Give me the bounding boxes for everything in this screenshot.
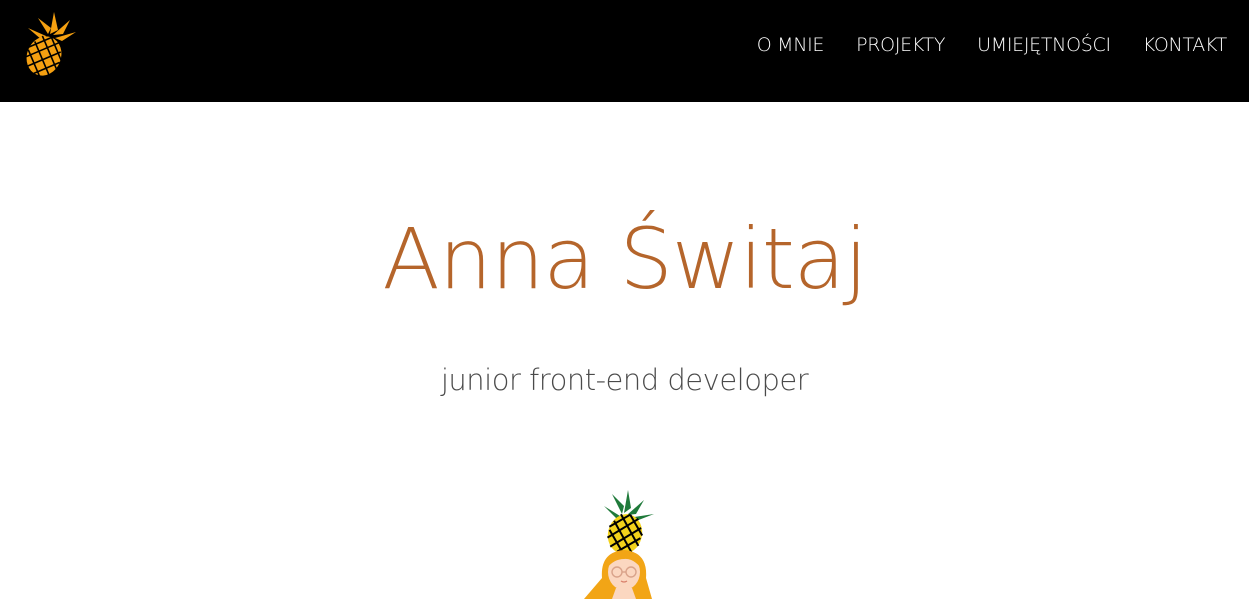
girl-with-pineapple-illustration bbox=[578, 488, 670, 599]
nav-link-o-mnie[interactable]: O MNIE bbox=[757, 32, 825, 58]
pineapple-logo-icon[interactable] bbox=[22, 12, 78, 78]
main-nav: O MNIE PROJEKTY UMIEJĘTNOŚCI KONTAKT bbox=[757, 32, 1228, 58]
hero-name: Anna Świtaj bbox=[382, 210, 867, 308]
nav-link-kontakt[interactable]: KONTAKT bbox=[1143, 32, 1228, 58]
nav-link-projekty[interactable]: PROJEKTY bbox=[856, 32, 945, 58]
navbar: O MNIE PROJEKTY UMIEJĘTNOŚCI KONTAKT bbox=[0, 0, 1249, 102]
hero-subtitle: junior front-end developer bbox=[440, 363, 809, 397]
nav-link-umiejetnosci[interactable]: UMIEJĘTNOŚCI bbox=[977, 32, 1111, 58]
